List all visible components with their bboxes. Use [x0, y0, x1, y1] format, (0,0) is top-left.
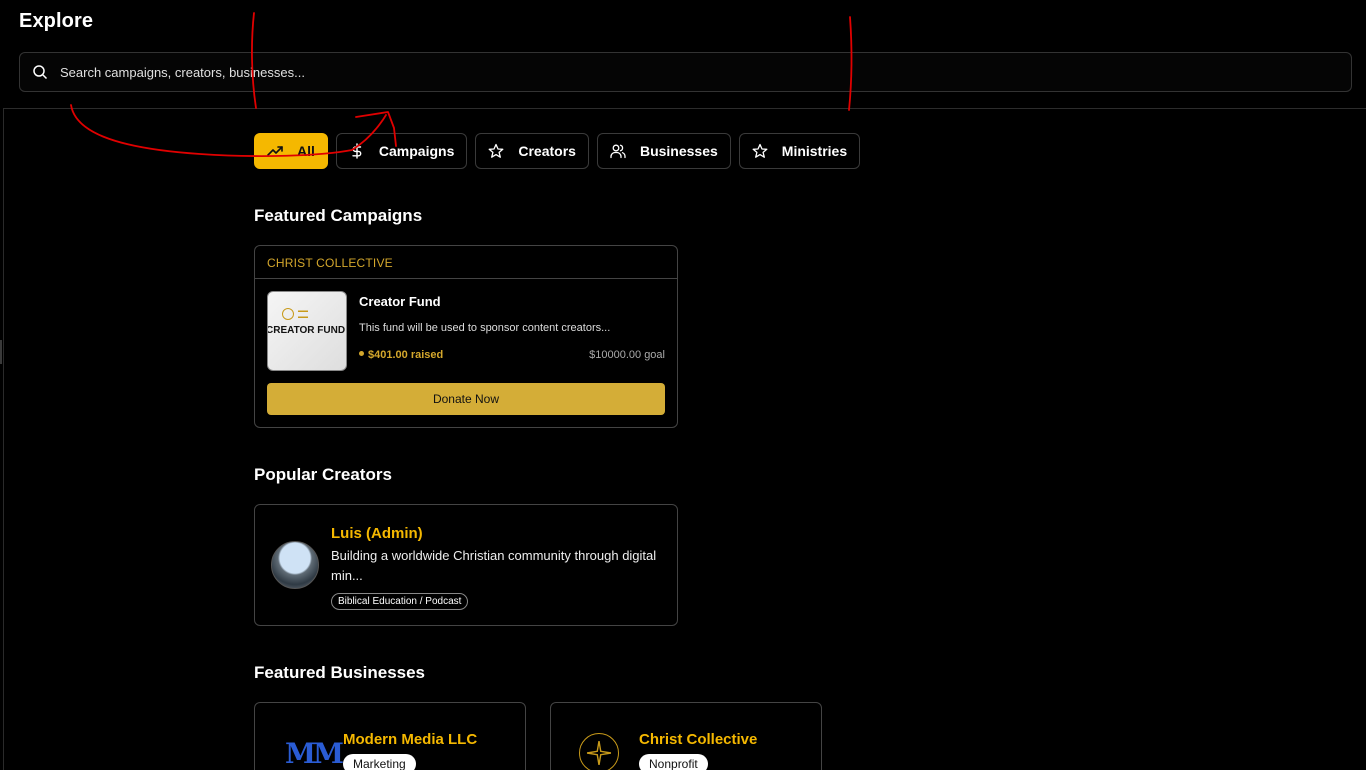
- search-input[interactable]: [60, 64, 960, 80]
- star-icon: [488, 143, 504, 158]
- campaign-description: This fund will be used to sponsor conten…: [359, 322, 611, 334]
- creator-category-tag: Biblical Education / Podcast: [331, 593, 469, 610]
- christ-collective-logo-icon: [282, 308, 294, 320]
- users-icon: [610, 144, 626, 159]
- star-icon: [752, 143, 768, 158]
- filter-all[interactable]: All: [254, 133, 328, 169]
- business-name[interactable]: Christ Collective: [639, 731, 757, 748]
- creator-bio: Building a worldwide Christian community…: [331, 548, 657, 583]
- filter-businesses[interactable]: Businesses: [596, 133, 731, 169]
- campaign-raised-amount: $401.00 raised: [368, 349, 444, 361]
- compass-star-icon: [579, 733, 619, 770]
- campaign-name: Creator Fund: [359, 294, 441, 309]
- business-card-christ-collective[interactable]: Christ Collective Nonprofit: [550, 702, 822, 770]
- popular-creators-heading: Popular Creators: [254, 465, 392, 484]
- search-box[interactable]: [19, 52, 1352, 92]
- filter-bar: All Campaigns Creators Businesses Minist…: [254, 133, 861, 169]
- trending-up-icon: [267, 146, 283, 156]
- left-rail: [3, 109, 4, 770]
- business-category-badge: Nonprofit: [639, 754, 708, 770]
- business-name[interactable]: Modern Media LLC: [343, 731, 477, 748]
- business-category-badge: Marketing: [343, 754, 416, 770]
- filter-creators[interactable]: Creators: [475, 133, 589, 169]
- campaign-card[interactable]: CHRIST COLLECTIVE ▬▬ ▬▬ CREATOR FUND Crea…: [254, 245, 678, 428]
- creator-card[interactable]: Luis (Admin) Building a worldwide Christ…: [254, 504, 678, 626]
- filter-campaigns-label: Campaigns: [378, 143, 455, 159]
- page-title: Explore: [19, 10, 94, 32]
- donate-now-button[interactable]: Donate Now: [267, 383, 665, 415]
- filter-ministries[interactable]: Ministries: [738, 133, 861, 169]
- campaign-organization: CHRIST COLLECTIVE: [255, 246, 677, 279]
- raised-dot-icon: [359, 351, 364, 356]
- thumbnail-title: CREATOR FUND: [267, 325, 346, 336]
- header-divider: [3, 108, 1366, 109]
- filter-businesses-label: Businesses: [639, 143, 718, 159]
- filter-campaigns[interactable]: Campaigns: [335, 133, 468, 169]
- campaign-raised: $401.00 raised: [359, 349, 443, 361]
- campaign-goal: $10000.00 goal: [589, 349, 665, 361]
- featured-businesses-heading: Featured Businesses: [254, 663, 426, 682]
- thumbnail-logo-mark: ▬▬ ▬▬: [298, 308, 308, 320]
- search-icon: [33, 65, 48, 80]
- red-annotation-strokes: [70, 12, 853, 157]
- filter-all-label: All: [297, 143, 315, 159]
- featured-campaigns-heading: Featured Campaigns: [254, 206, 423, 225]
- dollar-icon: [352, 143, 362, 159]
- modern-media-logo: MM: [285, 737, 344, 770]
- avatar: [271, 541, 319, 589]
- business-card-modern-media[interactable]: MM Modern Media LLC Marketing: [254, 702, 526, 770]
- creator-name[interactable]: Luis (Admin): [331, 525, 423, 542]
- campaign-thumbnail: ▬▬ ▬▬ CREATOR FUND: [267, 291, 347, 371]
- sidebar-edge-handle[interactable]: [0, 340, 2, 364]
- filter-ministries-label: Ministries: [781, 143, 848, 159]
- filter-creators-label: Creators: [518, 143, 576, 159]
